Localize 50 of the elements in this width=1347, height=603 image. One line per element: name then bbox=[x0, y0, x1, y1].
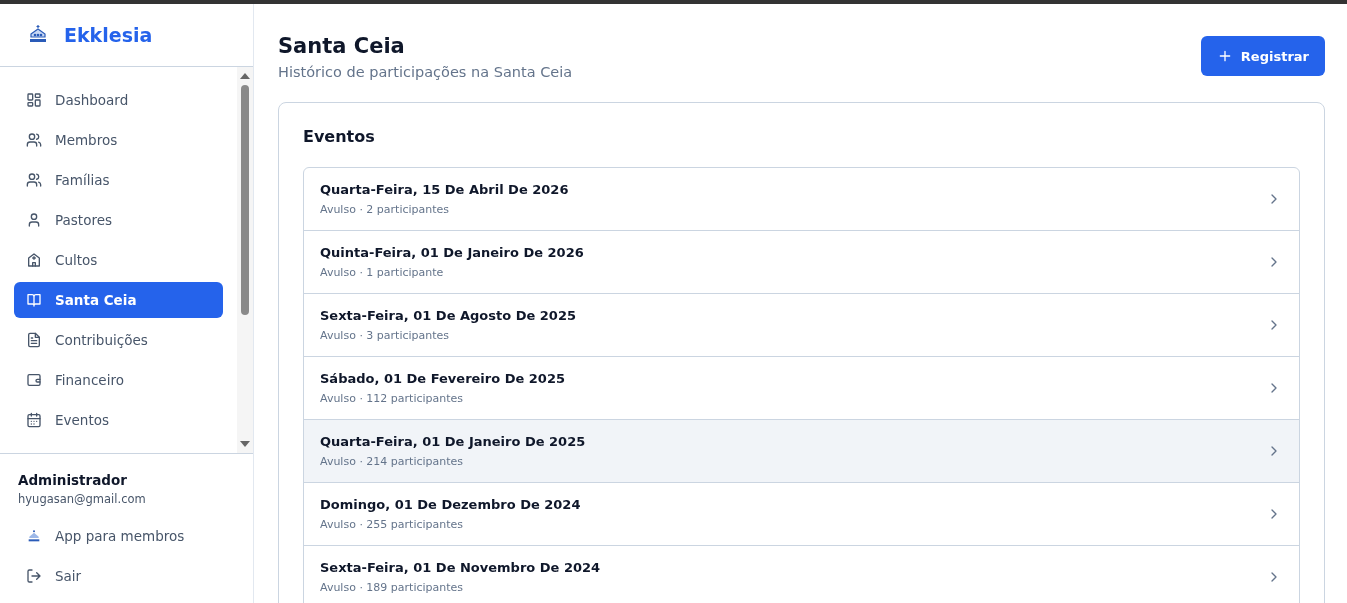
user-name: Administrador bbox=[18, 472, 128, 488]
event-date: Sexta-Feira, 01 De Novembro De 2024 bbox=[320, 560, 601, 575]
event-date: Quarta-Feira, 01 De Janeiro De 2025 bbox=[320, 434, 586, 449]
event-detail: Avulso · 112 participantes bbox=[320, 392, 465, 405]
event-detail: Avulso · 1 participante bbox=[320, 266, 445, 279]
calendar-icon bbox=[26, 412, 42, 428]
sidebar-item[interactable]: Contribuições bbox=[14, 322, 223, 358]
event-row[interactable]: Quinta-Feira, 01 De Janeiro De 2026 Avulso · 1 participante bbox=[304, 231, 1299, 294]
sidebar-item[interactable]: Eventos bbox=[14, 402, 223, 438]
sidebar-item[interactable]: Famílias bbox=[14, 162, 223, 198]
user-email: hyugasan@gmail.com bbox=[18, 492, 147, 506]
event-date: Domingo, 01 De Dezembro De 2024 bbox=[320, 497, 581, 512]
wallet-icon bbox=[26, 372, 42, 388]
sidebar-item[interactable]: Cultos bbox=[14, 242, 223, 278]
event-detail: Avulso · 3 participantes bbox=[320, 329, 451, 342]
sidebar-item[interactable]: Pastores bbox=[14, 202, 223, 238]
event-detail: Avulso · 255 participantes bbox=[320, 518, 465, 531]
event-detail: Avulso · 189 participantes bbox=[320, 581, 465, 594]
card-title: Eventos bbox=[303, 127, 376, 146]
event-date: Quarta-Feira, 15 De Abril De 2026 bbox=[320, 182, 569, 197]
event-row[interactable]: Domingo, 01 De Dezembro De 2024 Avulso · 255 participantes bbox=[304, 483, 1299, 546]
logo-icon bbox=[26, 528, 42, 544]
sidebar-item[interactable]: Membros bbox=[14, 122, 223, 158]
event-row[interactable]: Sexta-Feira, 01 De Agosto De 2025 Avulso · 3 participantes bbox=[304, 294, 1299, 357]
event-detail: Avulso · 2 participantes bbox=[320, 203, 451, 216]
brand-name: Ekklesia bbox=[64, 24, 153, 46]
logout-icon bbox=[26, 568, 42, 584]
logout-link[interactable]: Sair bbox=[14, 558, 239, 594]
document-icon bbox=[26, 332, 42, 348]
members-app-link[interactable]: App para membros bbox=[14, 518, 239, 554]
event-row[interactable]: Quarta-Feira, 01 De Janeiro De 2025 Avulso · 214 participantes bbox=[304, 420, 1299, 483]
event-row[interactable]: Quarta-Feira, 15 De Abril De 2026 Avulso · 2 participantes bbox=[304, 168, 1299, 231]
sidebar-item[interactable]: Dashboard bbox=[14, 82, 223, 118]
event-date: Quinta-Feira, 01 De Janeiro De 2026 bbox=[320, 245, 584, 260]
page-subtitle: Histórico de participações na Santa Ceia bbox=[278, 64, 573, 80]
users-icon bbox=[26, 132, 42, 148]
user-icon bbox=[26, 212, 42, 228]
sidebar-item[interactable]: Financeiro bbox=[14, 362, 223, 398]
event-detail: Avulso · 214 participantes bbox=[320, 455, 465, 468]
sidebar-item[interactable]: Santa Ceia bbox=[14, 282, 223, 318]
event-date: Sexta-Feira, 01 De Agosto De 2025 bbox=[320, 308, 576, 323]
dashboard-icon bbox=[26, 92, 42, 108]
building-icon bbox=[26, 252, 42, 268]
users-icon bbox=[26, 172, 42, 188]
register-button[interactable]: Registrar bbox=[1200, 36, 1325, 76]
book-icon bbox=[26, 292, 42, 308]
event-row[interactable]: Sexta-Feira, 01 De Novembro De 2024 Avulso · 189 participantes bbox=[304, 546, 1299, 603]
page-title: Santa Ceia bbox=[278, 34, 406, 58]
event-date: Sábado, 01 De Fevereiro De 2025 bbox=[320, 371, 565, 386]
scrollbar[interactable] bbox=[237, 67, 253, 453]
